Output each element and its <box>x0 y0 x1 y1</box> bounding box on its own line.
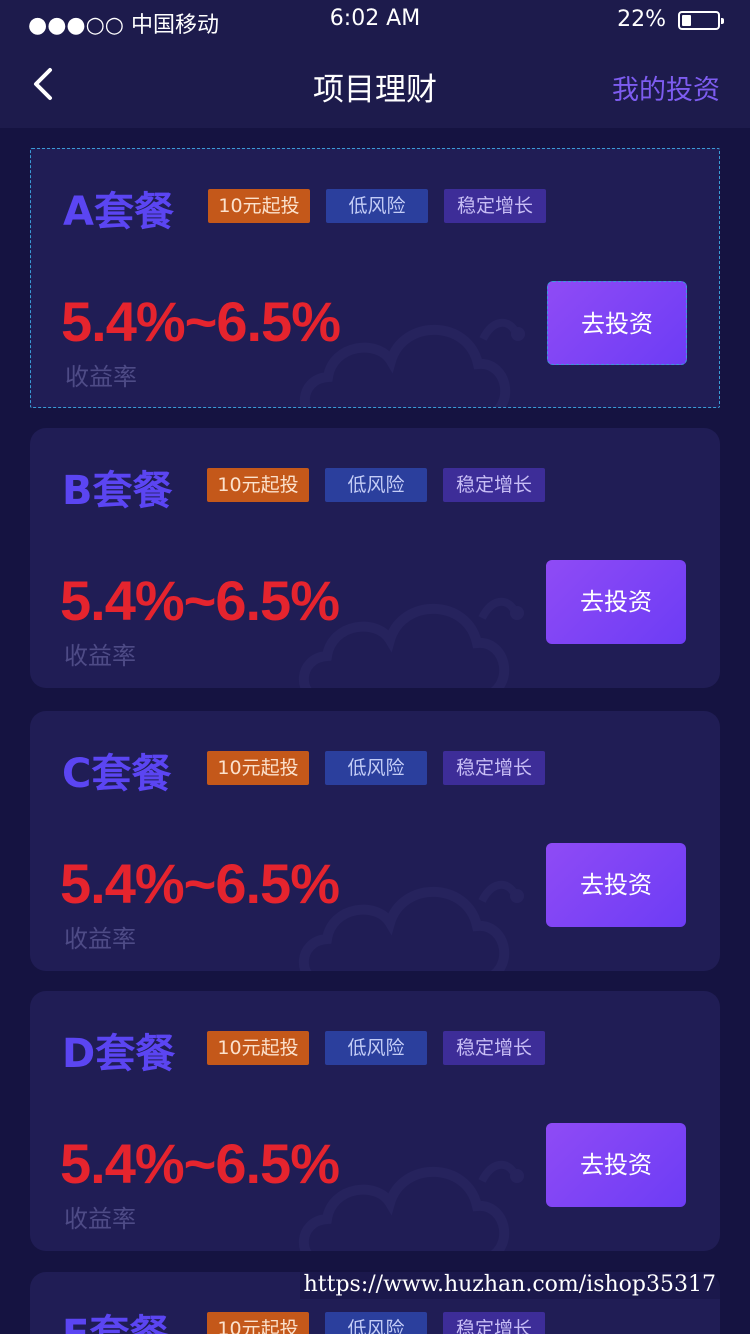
yield-rate-label: 收益率 <box>64 925 136 953</box>
watermark-url: https://www.huzhan.com/ishop35317 <box>299 1270 720 1299</box>
yield-rate: 5.4%~6.5% <box>60 1132 340 1195</box>
tag-low-risk: 低风险 <box>325 1312 427 1334</box>
invest-button[interactable]: 去投资 <box>547 281 687 365</box>
tag-stable-growth: 稳定增长 <box>443 1031 545 1065</box>
yield-rate-label: 收益率 <box>64 642 136 670</box>
my-investments-link[interactable]: 我的投资 <box>612 68 720 107</box>
tag-min-investment: 10元起投 <box>208 189 310 223</box>
invest-button[interactable]: 去投资 <box>546 843 686 927</box>
package-card: A套餐 10元起投 低风险 稳定增长 5.4%~6.5% 收益率 去投资 <box>30 148 720 408</box>
package-card: B套餐 10元起投 低风险 稳定增长 5.4%~6.5% 收益率 去投资 <box>30 428 720 688</box>
battery-percent: 22% <box>617 7 666 32</box>
nav-bar: 项目理财 我的投资 <box>0 40 750 128</box>
tag-min-investment: 10元起投 <box>207 751 309 785</box>
package-name: D套餐 <box>62 1031 176 1077</box>
package-name: B套餐 <box>62 468 173 514</box>
battery-icon <box>678 11 724 30</box>
package-name: E套餐 <box>62 1302 169 1334</box>
package-card: C套餐 10元起投 低风险 稳定增长 5.4%~6.5% 收益率 去投资 <box>30 711 720 971</box>
tag-low-risk: 低风险 <box>325 751 427 785</box>
invest-button[interactable]: 去投资 <box>546 560 686 644</box>
yield-rate: 5.4%~6.5% <box>60 569 340 632</box>
tag-stable-growth: 稳定增长 <box>443 468 545 502</box>
status-bar: ●●●○○ 中国移动 6:02 AM 22% <box>0 0 750 40</box>
tag-stable-growth: 稳定增长 <box>443 1312 545 1334</box>
tag-min-investment: 10元起投 <box>207 468 309 502</box>
yield-rate: 5.4%~6.5% <box>61 290 341 353</box>
yield-rate: 5.4%~6.5% <box>60 852 340 915</box>
package-name: A套餐 <box>63 189 174 235</box>
tag-min-investment: 10元起投 <box>207 1031 309 1065</box>
tag-stable-growth: 稳定增长 <box>444 189 546 223</box>
yield-rate-label: 收益率 <box>65 363 137 391</box>
tag-stable-growth: 稳定增长 <box>443 751 545 785</box>
invest-button[interactable]: 去投资 <box>546 1123 686 1207</box>
tag-low-risk: 低风险 <box>325 468 427 502</box>
package-card: D套餐 10元起投 低风险 稳定增长 5.4%~6.5% 收益率 去投资 <box>30 991 720 1251</box>
tag-low-risk: 低风险 <box>325 1031 427 1065</box>
tag-low-risk: 低风险 <box>326 189 428 223</box>
tag-min-investment: 10元起投 <box>207 1312 309 1334</box>
package-name: C套餐 <box>62 751 172 797</box>
yield-rate-label: 收益率 <box>64 1205 136 1233</box>
